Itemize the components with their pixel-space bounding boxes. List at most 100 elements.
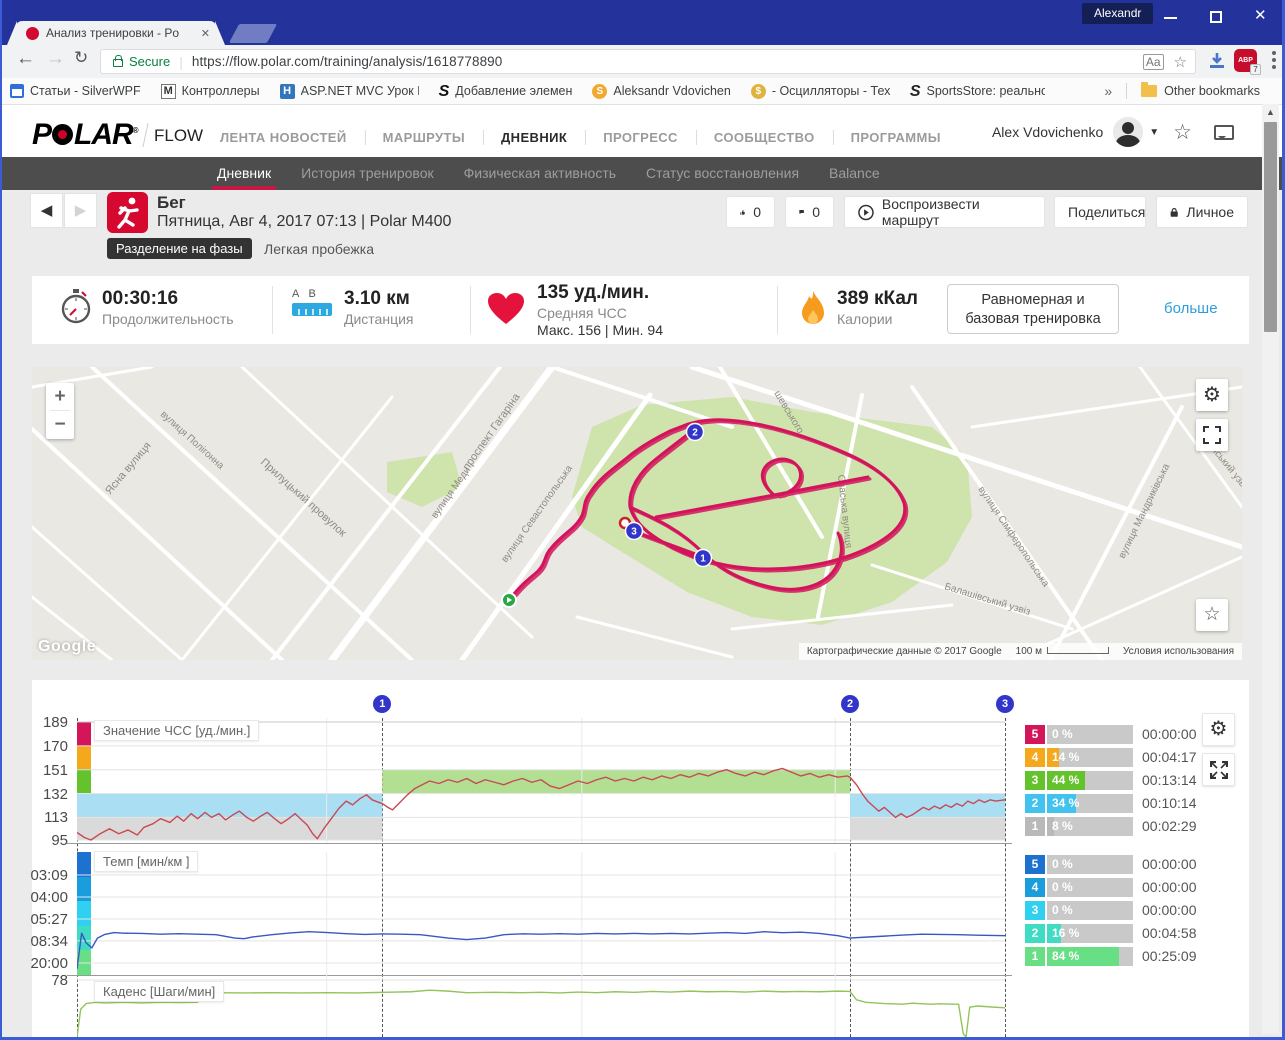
bookmark-item[interactable]: MКонтроллеры: [161, 84, 260, 99]
bookmark-star-icon[interactable]: ☆: [1174, 53, 1187, 71]
url-text[interactable]: https://flow.polar.com/training/analysis…: [192, 54, 1133, 69]
scroll-up-icon[interactable]: ▲: [1262, 104, 1279, 120]
address-bar[interactable]: Secure | https://flow.polar.com/training…: [100, 49, 1196, 74]
new-tab-button[interactable]: [229, 24, 277, 43]
like-button[interactable]: 0: [726, 196, 775, 228]
chart-fullscreen-button[interactable]: [1202, 753, 1235, 786]
subnav-item-история-тренировок[interactable]: История тренировок: [286, 157, 448, 190]
chat-icon[interactable]: [1214, 125, 1234, 140]
map-zoom-control[interactable]: + −: [46, 383, 74, 439]
bookmark-item[interactable]: Статьи - SilverWPF: [10, 84, 141, 98]
zone-time: 00:00:00: [1142, 726, 1197, 742]
polar-favicon-icon: [26, 27, 39, 40]
hr-ytick: 170: [22, 738, 68, 755]
map-fullscreen-button[interactable]: [1196, 419, 1228, 451]
zoom-in-icon[interactable]: +: [46, 383, 74, 410]
adblock-icon[interactable]: ABP 7: [1234, 49, 1257, 72]
zone-time: 00:13:14: [1142, 772, 1197, 788]
polar-logo-o-icon: [52, 124, 73, 145]
zone-row: 414 %00:04:17: [1025, 748, 1285, 767]
hr-legend: Значение ЧСС [уд./мин.]: [94, 720, 259, 741]
hr-value: 135 уд./мин.: [537, 282, 663, 304]
bookmark-item[interactable]: SДобавление элемен: [439, 84, 573, 99]
subnav-item-balance[interactable]: Balance: [814, 157, 895, 190]
nav-item-сообщество[interactable]: СООБЩЕСТВО: [696, 130, 833, 145]
map-favorite-button[interactable]: ☆: [1196, 599, 1228, 631]
zone-time: 00:00:00: [1142, 856, 1197, 872]
training-benefit-button[interactable]: Равномерная ибазовая тренировка: [947, 284, 1119, 334]
svg-text:2: 2: [692, 428, 698, 439]
phase-marker-2[interactable]: 2: [841, 695, 859, 713]
hr-ytick: 113: [22, 809, 68, 826]
nav-item-маршруты[interactable]: МАРШРУТЫ: [365, 130, 483, 145]
letter-icon: M: [161, 84, 176, 99]
next-session-button[interactable]: ▶: [64, 193, 97, 228]
user-name[interactable]: Alex Vdovichenko: [992, 124, 1103, 140]
share-button[interactable]: Поделиться: [1054, 196, 1146, 228]
zone-time: 00:04:17: [1142, 749, 1197, 765]
zone-row: 344 %00:13:14: [1025, 771, 1285, 790]
close-button[interactable]: ✕: [1254, 9, 1268, 23]
map-scale: 100 м: [1016, 646, 1109, 657]
download-icon[interactable]: [1208, 52, 1226, 70]
minimize-button[interactable]: [1164, 10, 1177, 19]
chrome-menu-icon[interactable]: [1272, 51, 1276, 72]
nav-item-прогресс[interactable]: ПРОГРЕСС: [585, 130, 696, 145]
bookmark-item[interactable]: SAleksandr Vdovichen: [592, 84, 730, 99]
browser-tab[interactable]: Анализ тренировки - Po ✕: [16, 21, 216, 45]
map-data-credit: Картографические данные © 2017 Google: [807, 646, 1002, 657]
nav-item-программы[interactable]: ПРОГРАММЫ: [833, 130, 959, 145]
map-terms-link[interactable]: Условия использования: [1123, 646, 1234, 657]
subnav-item-физическая-активность[interactable]: Физическая активность: [449, 157, 631, 190]
nav-item-дневник[interactable]: ДНЕВНИК: [483, 130, 585, 145]
zoom-out-icon[interactable]: −: [46, 411, 74, 438]
prev-session-button[interactable]: ◀: [30, 193, 63, 228]
bookmark-item[interactable]: SSportsStore: реально: [910, 84, 1045, 99]
pace-svg-ytick: 05:27: [22, 911, 68, 928]
nav-item-лента-новостей[interactable]: ЛЕНТА НОВОСТЕЙ: [202, 130, 365, 145]
favorites-star-icon[interactable]: ☆: [1173, 120, 1192, 145]
route-map[interactable]: проспект Гагарінавулиця Медивулиця Севас…: [32, 367, 1242, 660]
avatar[interactable]: [1113, 117, 1143, 147]
bookmark-label: Статьи - SilverWPF: [30, 84, 141, 98]
polar-logo[interactable]: PLAR®: [32, 118, 138, 152]
subnav-item-дневник[interactable]: Дневник: [202, 157, 286, 190]
browser-toolbar: ← → ↻ Secure | https://flow.polar.com/tr…: [2, 45, 1282, 78]
bookmark-item[interactable]: $- Осцилляторы - Тех: [751, 84, 890, 99]
cad-svg-ytick: 78: [22, 972, 68, 989]
back-button[interactable]: ←: [16, 48, 35, 70]
reload-button[interactable]: ↻: [74, 48, 88, 68]
map-settings-button[interactable]: ⚙: [1196, 379, 1228, 411]
chevron-down-icon[interactable]: ▼: [1149, 127, 1159, 138]
zone-row: 234 %00:10:14: [1025, 794, 1285, 813]
play-route-button[interactable]: Воспроизвести маршрут: [844, 196, 1045, 228]
tab-close-icon[interactable]: ✕: [201, 27, 210, 40]
zone-time: 00:00:00: [1142, 902, 1197, 918]
zone-row: 40 %00:00:00: [1025, 878, 1285, 897]
bookmark-label: Добавление элемен: [455, 84, 572, 98]
page-scrollbar[interactable]: ▲: [1262, 104, 1279, 1034]
maximize-button[interactable]: [1210, 11, 1222, 23]
svg-text:3: 3: [631, 527, 637, 538]
browser-window: Анализ тренировки - Po ✕ Alexandr ✕ ← → …: [0, 0, 1285, 1040]
secure-label: Secure: [129, 54, 170, 69]
zone-row: 50 %00:00:00: [1025, 855, 1285, 874]
more-link[interactable]: больше: [1164, 300, 1218, 317]
profile-chip[interactable]: Alexandr: [1082, 3, 1153, 24]
comment-button[interactable]: 0: [785, 196, 834, 228]
chart-settings-button[interactable]: ⚙: [1202, 713, 1235, 746]
tab-title: Анализ тренировки - Po: [46, 26, 195, 40]
private-button[interactable]: Личное: [1156, 196, 1248, 228]
google-logo: Google: [38, 638, 96, 656]
subnav-item-статус-восстановления[interactable]: Статус восстановления: [631, 157, 814, 190]
bookmarks-overflow-icon[interactable]: »: [1104, 83, 1112, 99]
translate-icon[interactable]: Aа: [1143, 54, 1164, 70]
hr-ytick: 189: [22, 714, 68, 731]
map-canvas[interactable]: проспект Гагарінавулиця Медивулиця Севас…: [32, 367, 1242, 660]
phase-marker-3[interactable]: 3: [996, 695, 1014, 713]
other-bookmarks[interactable]: Other bookmarks: [1164, 84, 1260, 98]
forward-button[interactable]: →: [46, 48, 65, 70]
bookmark-item[interactable]: HASP.NET MVC Урок Е: [280, 84, 419, 99]
scrollbar-thumb[interactable]: [1264, 122, 1277, 332]
pace-chart[interactable]: [77, 852, 1005, 975]
